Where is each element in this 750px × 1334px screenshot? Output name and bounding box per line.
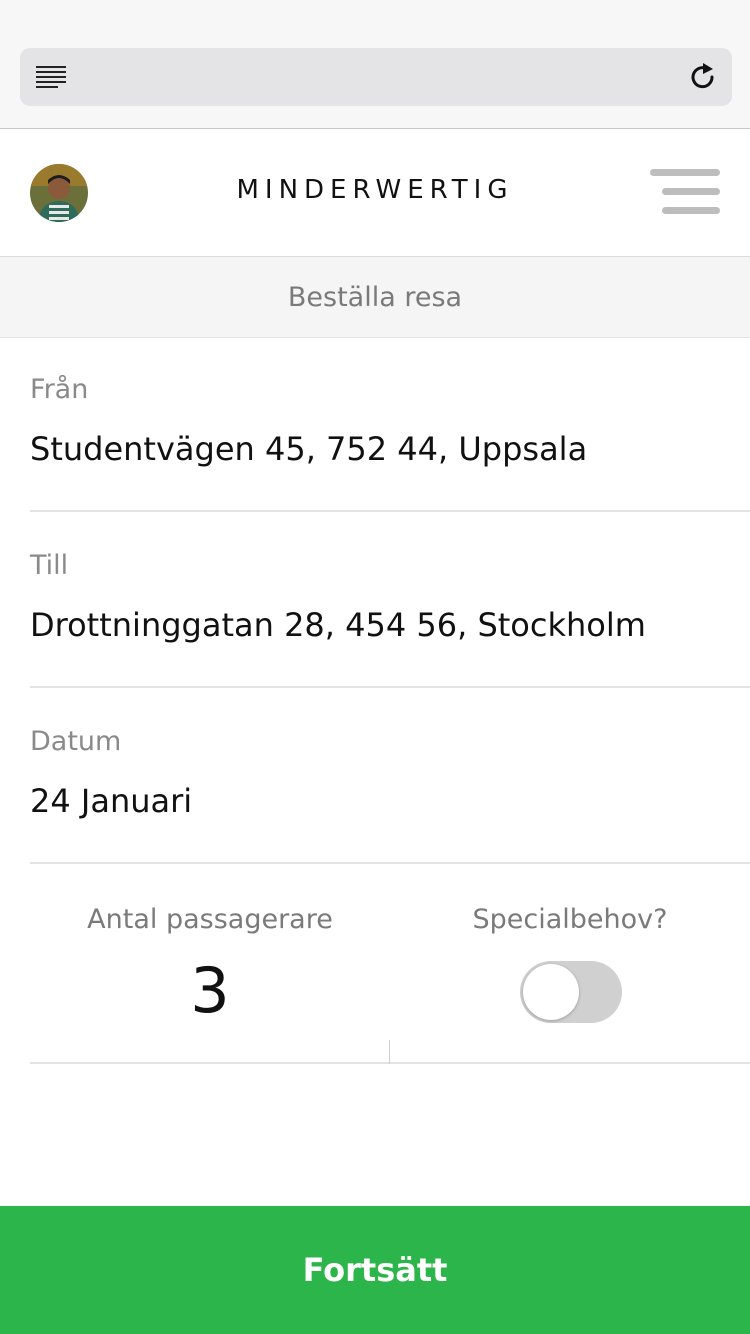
browser-bar xyxy=(0,0,750,129)
to-value[interactable]: Drottninggatan 28, 454 56, Stockholm xyxy=(30,606,646,644)
page-title: Beställa resa xyxy=(0,257,750,338)
passengers-label: Antal passagerare xyxy=(87,904,333,935)
special-needs-label: Specialbehov? xyxy=(472,904,668,935)
continue-button[interactable]: Fortsätt xyxy=(0,1206,750,1334)
app-header: MINDERWERTIG xyxy=(0,129,750,257)
brand-logo: MINDERWERTIG xyxy=(236,175,514,205)
hamburger-menu-icon[interactable] xyxy=(650,169,720,215)
column-divider xyxy=(389,1040,390,1064)
from-value[interactable]: Studentvägen 45, 752 44, Uppsala xyxy=(30,430,587,468)
from-field[interactable]: Från Studentvägen 45, 752 44, Uppsala xyxy=(30,338,750,512)
date-value[interactable]: 24 Januari xyxy=(30,782,192,820)
date-label: Datum xyxy=(30,726,122,757)
from-label: Från xyxy=(30,374,89,405)
special-needs-toggle[interactable] xyxy=(520,961,622,1023)
date-field[interactable]: Datum 24 Januari xyxy=(30,688,750,864)
passenger-count[interactable]: 3 xyxy=(160,954,260,1027)
to-label: Till xyxy=(30,550,69,581)
reload-icon[interactable] xyxy=(688,62,718,92)
to-field[interactable]: Till Drottninggatan 28, 454 56, Stockhol… xyxy=(30,512,750,688)
options-row: Antal passagerare 3 Specialbehov? xyxy=(30,864,750,1064)
reader-view-icon[interactable] xyxy=(36,66,66,88)
toggle-knob xyxy=(523,964,579,1020)
address-bar[interactable] xyxy=(20,48,732,106)
